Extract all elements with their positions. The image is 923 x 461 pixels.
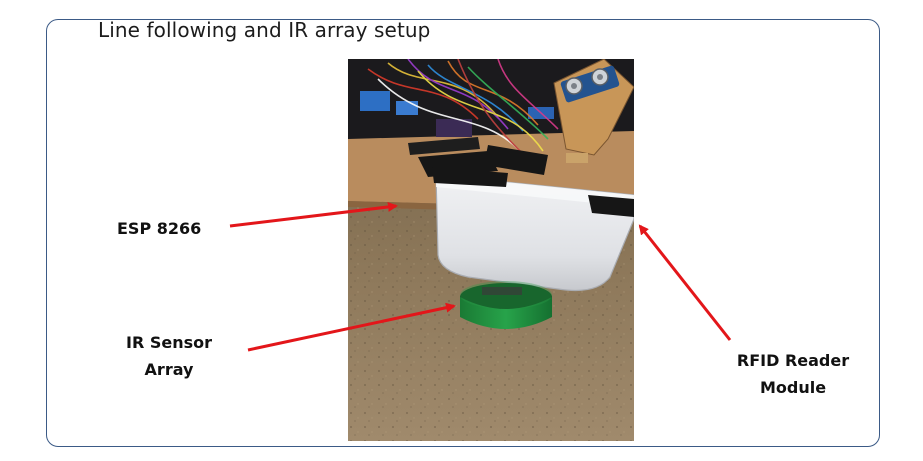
- ir-sensor-label: IR Sensor Array: [104, 329, 234, 383]
- slide-title: Line following and IR array setup: [98, 18, 431, 42]
- ir-label-line2: Array: [144, 360, 194, 379]
- robot-photo: [348, 59, 634, 441]
- ir-label-line1: IR Sensor: [125, 333, 212, 352]
- rfid-label-line1: RFID Reader: [736, 351, 850, 370]
- esp-label-text: ESP 8266: [117, 219, 202, 238]
- slide: Line following and IR array setup ESP 82…: [0, 0, 923, 461]
- esp-label: ESP 8266: [117, 215, 201, 242]
- rfid-label: RFID Reader Module: [722, 347, 864, 401]
- rfid-label-line2: Module: [759, 378, 827, 397]
